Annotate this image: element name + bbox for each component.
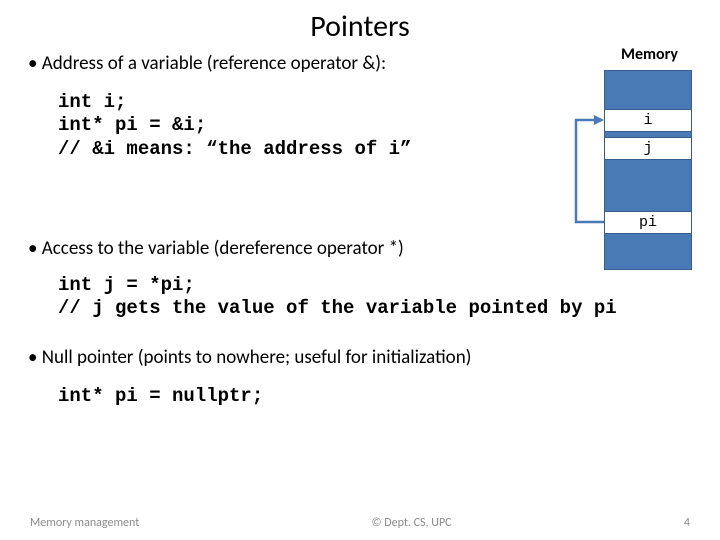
bullet-dereference: Access to the variable (dereference oper… <box>28 236 692 262</box>
code-line: // j gets the value of the variable poin… <box>58 297 617 319</box>
memory-diagram: i j pi <box>604 70 692 270</box>
code-line: int i; <box>58 91 126 113</box>
code-line: // &i means: “the address of i” <box>58 138 411 160</box>
slide-title: Pointers <box>28 8 692 45</box>
memory-heading: Memory <box>621 45 678 64</box>
code-line: int* pi = nullptr; <box>58 385 263 407</box>
bullet-address: Address of a variable (reference operato… <box>28 51 453 77</box>
code-line: int j = *pi; <box>58 274 195 296</box>
footer-left: Memory management <box>30 516 139 530</box>
bullet-nullptr: Null pointer (points to nowhere; useful … <box>28 345 692 371</box>
memory-cell-i: i <box>604 109 692 132</box>
pointer-arrow <box>568 70 608 200</box>
code-block-2: int j = *pi; // j gets the value of the … <box>58 274 692 322</box>
memory-cell-pi: pi <box>604 211 692 234</box>
footer-center: © Dept. CS, UPC <box>372 516 452 530</box>
code-block-3: int* pi = nullptr; <box>58 385 692 409</box>
slide: Pointers Memory i j pi Address of a vari… <box>0 0 720 540</box>
code-line: int* pi = &i; <box>58 114 206 136</box>
footer-right: 4 <box>684 516 690 530</box>
footer: Memory management © Dept. CS, UPC 4 <box>0 516 720 530</box>
memory-cell-j: j <box>604 137 692 160</box>
